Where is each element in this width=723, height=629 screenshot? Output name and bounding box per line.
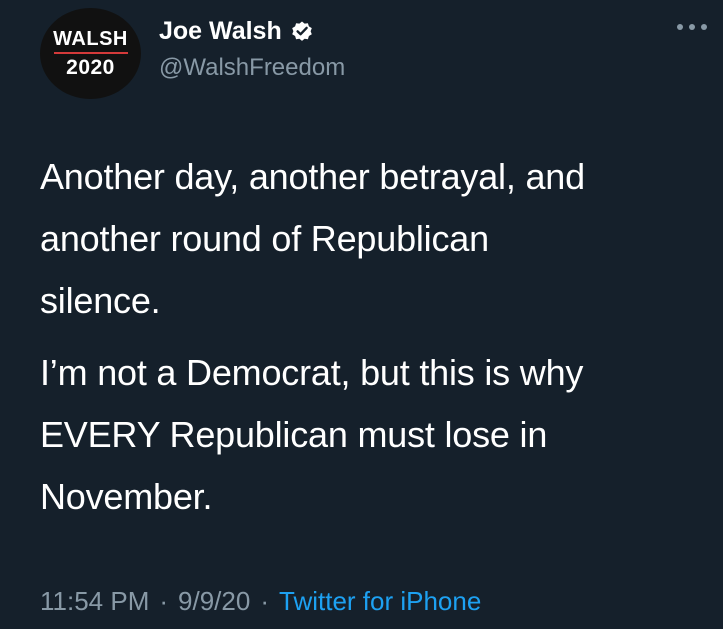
tweet-time[interactable]: 11:54 PM xyxy=(40,586,149,617)
tweet-metadata: 11:54 PM · 9/9/20 · Twitter for iPhone xyxy=(40,586,481,617)
tweet-container: WALSH 2020 Joe Walsh @WalshFreedom Anoth… xyxy=(0,0,723,629)
more-options-icon[interactable] xyxy=(677,20,707,34)
avatar-text-walsh: WALSH xyxy=(53,28,128,50)
dot xyxy=(689,24,695,30)
tweet-paragraph-1: Another day, another betrayal, and anoth… xyxy=(40,156,585,321)
author-name-row: Joe Walsh xyxy=(159,15,314,47)
verified-badge-icon xyxy=(290,19,314,43)
author-display-name[interactable]: Joe Walsh xyxy=(159,17,282,46)
tweet-source-link[interactable]: Twitter for iPhone xyxy=(279,586,481,617)
avatar-text-year: 2020 xyxy=(66,56,115,79)
tweet-text: Another day, another betrayal, and anoth… xyxy=(40,146,700,528)
avatar-divider xyxy=(53,52,128,54)
dot xyxy=(701,24,707,30)
author-handle[interactable]: @WalshFreedom xyxy=(159,54,345,82)
meta-separator: · xyxy=(159,586,169,616)
dot xyxy=(677,24,683,30)
meta-separator: · xyxy=(260,586,269,616)
avatar[interactable]: WALSH 2020 xyxy=(40,8,141,99)
tweet-paragraph-2: I’m not a Democrat, but this is why EVER… xyxy=(40,352,584,517)
tweet-date[interactable]: 9/9/20 xyxy=(178,586,250,617)
